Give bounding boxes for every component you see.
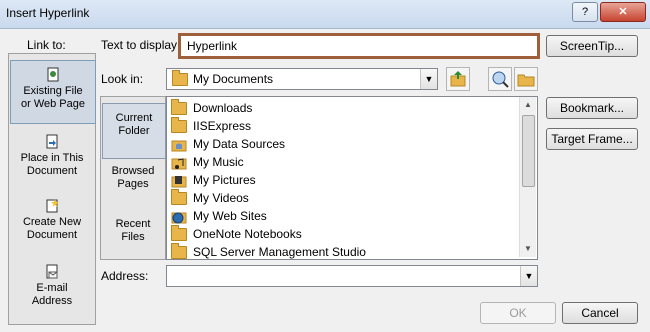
pictures-folder-icon	[171, 175, 187, 188]
link-create-line1: Create New	[22, 216, 82, 228]
open-folder-icon	[517, 74, 535, 87]
link-email-line1: E-mail	[36, 282, 68, 294]
screentip-button[interactable]: ScreenTip...	[546, 35, 638, 57]
file-name: My Web Sites	[193, 209, 267, 223]
list-item[interactable]: My Data Sources	[171, 135, 285, 153]
link-existing-file-line2: or Web Page	[20, 98, 85, 110]
bookmark-button[interactable]: Bookmark...	[546, 97, 638, 119]
scroll-down-icon[interactable]: ▼	[520, 241, 536, 257]
place-current-line1: Current	[115, 112, 153, 124]
web-sites-icon	[171, 212, 187, 224]
place-browsed-pages[interactable]: Browsed Pages	[102, 165, 164, 197]
scroll-thumb[interactable]	[522, 115, 535, 187]
file-name: My Data Sources	[193, 137, 286, 151]
title-bar	[0, 0, 650, 29]
text-to-display-field[interactable]	[178, 33, 540, 59]
file-list-scrollbar[interactable]: ▲ ▼	[519, 97, 536, 257]
place-browsed-line1: Browsed	[111, 165, 155, 177]
file-name: SQL Server Management Studio	[193, 245, 366, 259]
link-email-line2: Address	[31, 295, 73, 307]
browse-web-button[interactable]	[488, 67, 512, 91]
cancel-button[interactable]: Cancel	[562, 302, 638, 324]
list-item[interactable]: My Web Sites	[171, 207, 267, 225]
list-item[interactable]: SQL Server Management Studio	[171, 243, 366, 259]
link-place-line1: Place in This	[20, 152, 84, 164]
chevron-down-icon[interactable]: ▼	[420, 69, 437, 89]
list-item[interactable]: Downloads	[171, 99, 252, 117]
place-in-document-icon	[46, 134, 58, 149]
link-email-address[interactable]: E-mail Address	[10, 264, 94, 312]
place-recent-line1: Recent	[115, 218, 151, 230]
browse-file-button[interactable]	[514, 67, 538, 91]
look-in-combo[interactable]: My Documents ▼	[166, 68, 438, 90]
list-item[interactable]: IISExpress	[171, 117, 251, 135]
link-place-in-document[interactable]: Place in This Document	[10, 134, 94, 182]
help-button[interactable]: ?	[572, 2, 598, 22]
link-existing-file-line1: Existing File	[23, 85, 83, 97]
link-to-panel: Existing File or Web Page Place in This …	[8, 53, 96, 325]
folder-icon	[171, 225, 187, 242]
list-item[interactable]: My Pictures	[171, 171, 256, 189]
email-icon	[46, 264, 58, 279]
file-name: OneNote Notebooks	[193, 227, 302, 241]
address-label: Address:	[101, 269, 149, 283]
look-in-value: My Documents	[193, 72, 274, 86]
place-recent-line2: Files	[121, 231, 145, 243]
list-item[interactable]: My Videos	[171, 189, 249, 207]
up-folder-button[interactable]	[446, 67, 470, 91]
folder-icon	[171, 99, 187, 116]
link-create-line2: Document	[26, 229, 78, 241]
link-to-label: Link to:	[27, 38, 66, 52]
file-list[interactable]: Downloads IISExpress My Data Sources My …	[166, 96, 538, 260]
existing-file-icon	[47, 67, 59, 82]
chevron-down-icon[interactable]: ▼	[520, 266, 537, 286]
places-bar: Current Folder Browsed Pages Recent File…	[100, 96, 166, 260]
close-button[interactable]: ✕	[600, 2, 646, 22]
music-folder-icon	[171, 158, 187, 170]
link-create-new-document[interactable]: Create New Document	[10, 198, 94, 246]
new-document-icon	[46, 199, 59, 213]
dialog-title: Insert Hyperlink	[6, 6, 90, 20]
data-sources-icon	[171, 140, 187, 152]
text-to-display-input[interactable]	[185, 36, 529, 56]
file-name: My Videos	[193, 191, 249, 205]
file-name: My Music	[193, 155, 244, 169]
browse-web-icon	[492, 71, 509, 88]
folder-icon	[171, 189, 187, 206]
link-existing-file[interactable]: Existing File or Web Page	[10, 60, 96, 124]
look-in-label: Look in:	[101, 72, 144, 86]
ok-button[interactable]: OK	[480, 302, 556, 324]
place-recent-files[interactable]: Recent Files	[102, 218, 164, 250]
target-frame-button[interactable]: Target Frame...	[546, 128, 638, 150]
list-item[interactable]: My Music	[171, 153, 244, 171]
folder-icon	[171, 117, 187, 134]
place-current-line2: Folder	[118, 125, 150, 137]
file-name: IISExpress	[193, 119, 252, 133]
folder-icon	[172, 70, 188, 86]
file-name: My Pictures	[193, 173, 256, 187]
place-current-folder[interactable]: Current Folder	[102, 103, 166, 159]
text-to-display-label: Text to display:	[101, 38, 181, 52]
link-place-line2: Document	[26, 165, 78, 177]
scroll-up-icon[interactable]: ▲	[520, 97, 536, 113]
list-item[interactable]: OneNote Notebooks	[171, 225, 302, 243]
folder-icon	[171, 243, 187, 259]
place-browsed-line2: Pages	[117, 178, 149, 190]
address-combo[interactable]: ▼	[166, 265, 538, 287]
file-name: Downloads	[193, 101, 253, 115]
up-folder-icon	[450, 71, 466, 87]
